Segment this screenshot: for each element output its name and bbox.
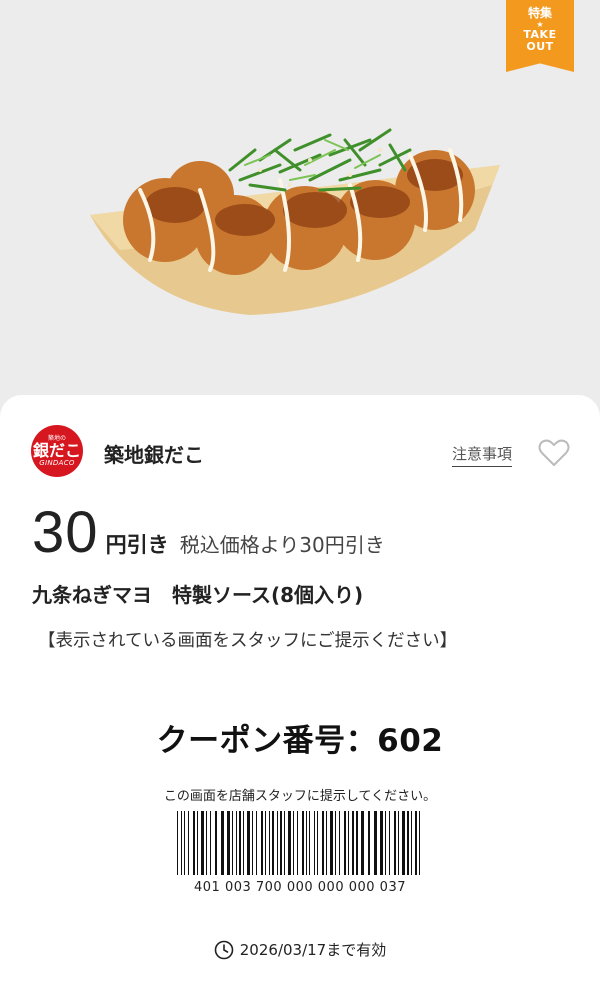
clock-icon bbox=[214, 940, 234, 959]
product-name: 九条ねぎマヨ 特製ソース(8個入り) bbox=[32, 583, 364, 607]
barcode-bar bbox=[306, 811, 307, 875]
barcode-bar bbox=[297, 811, 298, 875]
barcode-bar bbox=[236, 811, 237, 875]
barcode-bar bbox=[269, 811, 270, 875]
barcode-bar bbox=[177, 811, 178, 875]
barcode-bar bbox=[280, 811, 282, 875]
barcode-bar bbox=[326, 811, 327, 875]
barcode-bar bbox=[419, 811, 420, 875]
store-name: 築地銀だこ bbox=[104, 443, 204, 467]
barcode-bar bbox=[293, 811, 294, 875]
barcode-bar bbox=[215, 811, 217, 875]
barcode-bar bbox=[385, 811, 386, 875]
barcode-bar bbox=[272, 811, 274, 875]
barcode-bar bbox=[380, 811, 383, 875]
validity-row: 2026/03/17まで有効 bbox=[0, 939, 600, 960]
barcode-bar bbox=[284, 811, 285, 875]
barcode-bar bbox=[232, 811, 233, 875]
barcode-digits: 401 003 700 000 000 000 037 bbox=[194, 880, 406, 895]
barcode-bar bbox=[317, 811, 318, 875]
barcode-bar bbox=[261, 811, 263, 875]
discount-amount: 30 bbox=[32, 500, 99, 565]
barcode-bar bbox=[181, 811, 182, 875]
badge-label-feature: 特集 bbox=[527, 6, 552, 20]
notes-link[interactable]: 注意事項 bbox=[452, 443, 513, 467]
logo-main-text: 銀だこ bbox=[32, 441, 81, 460]
barcode-bar bbox=[352, 811, 354, 875]
takeout-badge: 特集 ★ TAKE OUT bbox=[506, 0, 574, 72]
barcode-bar bbox=[394, 811, 396, 875]
barcode-bar bbox=[247, 811, 250, 875]
barcode-bar bbox=[188, 811, 189, 875]
heart-icon[interactable] bbox=[538, 439, 570, 467]
barcode-caption: この画面を店舗スタッフに提示してください。 bbox=[163, 789, 437, 804]
barcode-bar bbox=[398, 811, 399, 875]
barcode-bar bbox=[193, 811, 195, 875]
barcode-bar bbox=[184, 811, 185, 875]
barcode-bar bbox=[252, 811, 253, 875]
barcode-bar bbox=[206, 811, 207, 875]
hero-image-area: 特集 ★ TAKE OUT bbox=[0, 0, 600, 410]
coupon-card: 築地の 銀だこ GINDACO 築地銀だこ 注意事項 30 円引き 税込価格より… bbox=[0, 395, 600, 990]
barcode-bar bbox=[243, 811, 244, 875]
logo-sub-text: GINDACO bbox=[39, 459, 75, 467]
barcode-bar bbox=[210, 811, 211, 875]
barcode-bar bbox=[277, 811, 278, 875]
discount-unit: 円引き bbox=[105, 533, 169, 557]
takoyaki-image bbox=[90, 128, 500, 315]
badge-label-out: OUT bbox=[526, 40, 554, 53]
barcode-bar bbox=[339, 811, 340, 875]
coupon-number: クーポン番号：602 bbox=[156, 723, 444, 759]
discount-row: 30 円引き 税込価格より30円引き bbox=[32, 499, 385, 569]
barcode-bar bbox=[344, 811, 346, 875]
barcode-bar bbox=[389, 811, 390, 875]
barcode-bar bbox=[411, 811, 412, 875]
barcode-bar bbox=[302, 811, 304, 875]
barcode-bar bbox=[221, 811, 224, 875]
barcode-bar bbox=[227, 811, 230, 875]
barcode-bar bbox=[402, 811, 405, 875]
validity-text: 2026/03/17まで有効 bbox=[239, 941, 387, 959]
barcode-bar bbox=[309, 811, 310, 875]
barcode-bar bbox=[374, 811, 377, 875]
barcode-bar bbox=[407, 811, 409, 875]
barcode-bar bbox=[335, 811, 336, 875]
store-logo: 築地の 銀だこ GINDACO bbox=[31, 425, 83, 477]
discount-description: 税込価格より30円引き bbox=[179, 533, 385, 557]
barcode-bar bbox=[322, 811, 324, 875]
barcode bbox=[177, 811, 420, 875]
barcode-bar bbox=[201, 811, 204, 875]
barcode-bar bbox=[361, 811, 364, 875]
show-screen-instruction: 【表示されている画面をスタッフにご提示ください】 bbox=[38, 631, 458, 651]
barcode-bar bbox=[348, 811, 349, 875]
barcode-bar bbox=[330, 811, 333, 875]
barcode-bar bbox=[368, 811, 370, 875]
barcode-bar bbox=[288, 811, 291, 875]
barcode-bar bbox=[197, 811, 198, 875]
barcode-bar bbox=[314, 811, 315, 875]
barcode-bar bbox=[265, 811, 266, 875]
barcode-bar bbox=[256, 811, 257, 875]
barcode-bar bbox=[415, 811, 417, 875]
barcode-bar bbox=[356, 811, 358, 875]
barcode-bar bbox=[239, 811, 241, 875]
